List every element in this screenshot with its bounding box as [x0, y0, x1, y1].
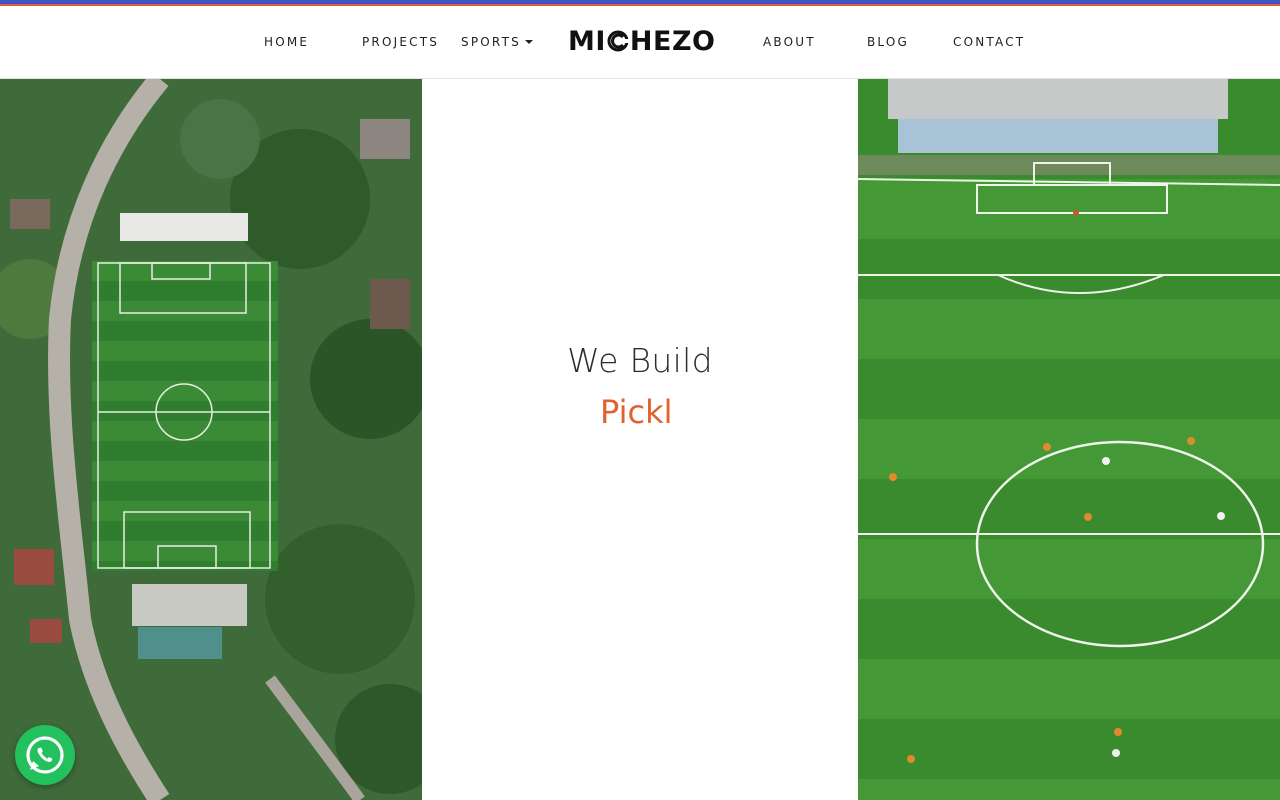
site-logo[interactable]: MI HEZO: [568, 25, 716, 57]
site-header: HOME PROJECTS SPORTS MI HEZO ABOUT BLOG …: [0, 6, 1280, 79]
logo-text-start: MI: [568, 25, 606, 57]
whatsapp-icon: [26, 736, 64, 774]
nav-blog[interactable]: BLOG: [867, 35, 909, 49]
aerial-photo-left: [0, 79, 422, 800]
aerial-photo-right: [858, 79, 1280, 800]
hero-typed-word: Pickl: [600, 393, 673, 431]
nav-home[interactable]: HOME: [264, 35, 309, 49]
logo-c-mark: [607, 30, 629, 52]
caret-down-icon: [524, 39, 533, 44]
nav-about[interactable]: ABOUT: [763, 35, 816, 49]
hero-heading: We Build: [567, 341, 713, 380]
nav-projects[interactable]: PROJECTS: [362, 35, 439, 49]
whatsapp-chat-button[interactable]: [15, 725, 75, 785]
nav-sports[interactable]: SPORTS: [461, 35, 533, 49]
hero-text-panel: We Build Pickl: [422, 79, 858, 800]
aerial-pitch-image: [858, 79, 1280, 800]
logo-text-end: HEZO: [629, 25, 716, 57]
aerial-stadium-image: [0, 79, 422, 800]
nav-sports-label: SPORTS: [461, 35, 521, 49]
nav-contact[interactable]: CONTACT: [953, 35, 1025, 49]
